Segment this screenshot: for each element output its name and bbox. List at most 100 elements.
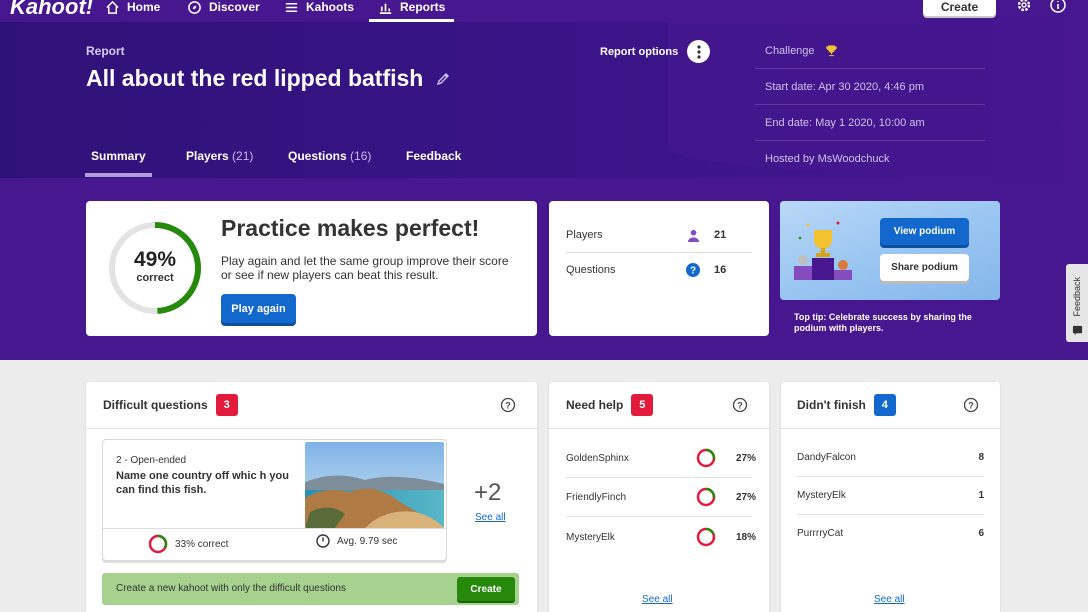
podium-trophy-illustration xyxy=(794,221,852,280)
correct-percent: 49% xyxy=(133,248,177,271)
help-circle-icon[interactable]: ? xyxy=(500,397,516,413)
home-icon xyxy=(106,0,119,14)
view-podium-button[interactable]: View podium xyxy=(880,218,969,245)
question-correct: 33% correct xyxy=(148,534,228,554)
tab-questions[interactable]: Questions (16) xyxy=(288,149,371,163)
tab-feedback-label: Feedback xyxy=(406,149,462,163)
trophy-icon xyxy=(825,45,837,57)
question-avg-time: Avg. 9.79 sec xyxy=(316,534,397,548)
difficult-questions-count-badge: 3 xyxy=(215,394,238,416)
top-navigation: Kahoot! Home Discover Kahoots Reports Cr… xyxy=(0,0,1088,22)
list-item[interactable]: PurrrryCat 6 xyxy=(797,514,984,552)
create-difficult-button[interactable]: Create xyxy=(457,577,515,601)
player-percent: 27% xyxy=(735,491,756,503)
player-unanswered-count: 8 xyxy=(978,451,984,463)
help-circle-icon[interactable]: ? xyxy=(732,397,748,413)
list-item[interactable]: FriendlyFinch 27% xyxy=(566,478,756,516)
help-circle-icon[interactable]: ? xyxy=(963,397,979,413)
create-difficult-text: Create a new kahoot with only the diffic… xyxy=(116,583,346,594)
stat-questions-value: 16 xyxy=(714,264,727,276)
question-mark-icon: ? xyxy=(686,263,700,277)
info-icon[interactable] xyxy=(1049,0,1067,14)
stat-questions-label: Questions xyxy=(566,264,616,276)
tab-players-count: (21) xyxy=(232,149,254,163)
progress-ring-icon xyxy=(696,448,716,468)
chart-icon xyxy=(379,3,392,14)
nav-home-label: Home xyxy=(127,0,161,14)
list-item[interactable]: DandyFalcon 8 xyxy=(797,438,984,476)
tab-summary[interactable]: Summary xyxy=(85,149,152,177)
player-name: FriendlyFinch xyxy=(566,491,627,503)
list-icon xyxy=(285,2,298,12)
progress-ring-icon xyxy=(696,527,716,547)
kahoot-logo[interactable]: Kahoot! xyxy=(10,0,93,20)
list-item[interactable]: GoldenSphinx 27% xyxy=(566,439,756,477)
tab-feedback[interactable]: Feedback xyxy=(406,149,461,163)
player-name: GoldenSphinx xyxy=(566,452,629,464)
stat-players-label: Players xyxy=(566,229,603,241)
pencil-icon[interactable] xyxy=(435,71,451,87)
correct-readout: 49% correct xyxy=(108,248,202,284)
share-podium-button[interactable]: Share podium xyxy=(880,254,969,281)
player-name: DandyFalcon xyxy=(797,451,856,463)
report-options-label: Report options xyxy=(600,45,679,58)
question-image xyxy=(305,442,444,528)
tab-questions-count: (16) xyxy=(350,149,372,163)
more-questions-count: +2 xyxy=(474,479,502,506)
stat-players: Players 21 xyxy=(566,218,752,252)
gear-icon[interactable] xyxy=(1015,0,1033,14)
top-tip-text: Top tip: Celebrate success by sharing th… xyxy=(794,312,972,333)
report-title-text: All about the red lipped batfish xyxy=(86,65,424,91)
player-name: PurrrryCat xyxy=(797,527,844,539)
report-meta: Challenge Start date: Apr 30 2020, 4:46 … xyxy=(755,33,985,177)
need-help-see-all-link[interactable]: See all xyxy=(642,594,673,605)
more-options-button[interactable] xyxy=(687,40,711,63)
meta-host: Hosted by MsWoodchuck xyxy=(765,153,890,165)
need-help-count-badge: 5 xyxy=(631,394,654,416)
tab-summary-label: Summary xyxy=(91,149,146,163)
difficult-questions-title: Difficult questions xyxy=(103,398,208,412)
question-type: 2 - Open-ended xyxy=(116,455,187,466)
svg-text:?: ? xyxy=(968,401,974,411)
person-icon xyxy=(687,229,699,242)
feedback-side-tab-label: Feedback xyxy=(1072,277,1082,317)
svg-text:?: ? xyxy=(737,401,743,411)
player-name: MysteryElk xyxy=(797,489,846,501)
nav-home[interactable]: Home xyxy=(105,0,160,18)
player-name: MysteryElk xyxy=(566,531,615,543)
nav-reports[interactable]: Reports xyxy=(368,0,455,22)
nav-kahoots[interactable]: Kahoots xyxy=(284,0,354,18)
didnt-finish-see-all-link[interactable]: See all xyxy=(874,594,905,605)
stat-players-value: 21 xyxy=(714,229,727,241)
feedback-side-tab[interactable]: Feedback xyxy=(1066,264,1088,342)
list-item[interactable]: MysteryElk 18% xyxy=(566,518,756,556)
create-button[interactable]: Create xyxy=(923,0,996,16)
stat-questions: Questions ? 16 xyxy=(566,253,752,287)
play-again-button[interactable]: Play again xyxy=(221,294,296,323)
tab-players-label: Players xyxy=(186,149,229,163)
didnt-finish-count-badge: 4 xyxy=(873,394,896,416)
difficult-questions-header: Difficult questions 3 xyxy=(103,382,238,428)
question-text: Name one country off whic h you can find… xyxy=(116,470,289,496)
nav-kahoots-label: Kahoots xyxy=(306,0,354,14)
list-item[interactable]: MysteryElk 1 xyxy=(797,476,984,514)
compass-icon xyxy=(188,0,201,14)
nav-discover-label: Discover xyxy=(209,0,260,14)
nav-discover[interactable]: Discover xyxy=(187,0,260,18)
tab-questions-label: Questions xyxy=(288,149,347,163)
player-unanswered-count: 6 xyxy=(978,527,984,539)
player-percent: 27% xyxy=(735,452,756,464)
page-title: All about the red lipped batfish xyxy=(86,65,451,92)
report-label: Report xyxy=(86,44,125,58)
report-options[interactable]: Report options xyxy=(600,40,711,63)
difficult-see-all-link[interactable]: See all xyxy=(475,512,506,523)
tab-players[interactable]: Players (21) xyxy=(186,149,253,163)
vertical-dots-icon xyxy=(697,44,701,59)
didnt-finish-header: Didn't finish 4 xyxy=(797,382,896,428)
need-help-header: Need help 5 xyxy=(566,382,654,428)
question-avg-text: Avg. 9.79 sec xyxy=(337,535,398,547)
practice-title: Practice makes perfect! xyxy=(221,215,480,241)
didnt-finish-title: Didn't finish xyxy=(797,398,866,412)
progress-ring-icon xyxy=(696,487,716,507)
question-correct-text: 33% correct xyxy=(175,538,229,550)
